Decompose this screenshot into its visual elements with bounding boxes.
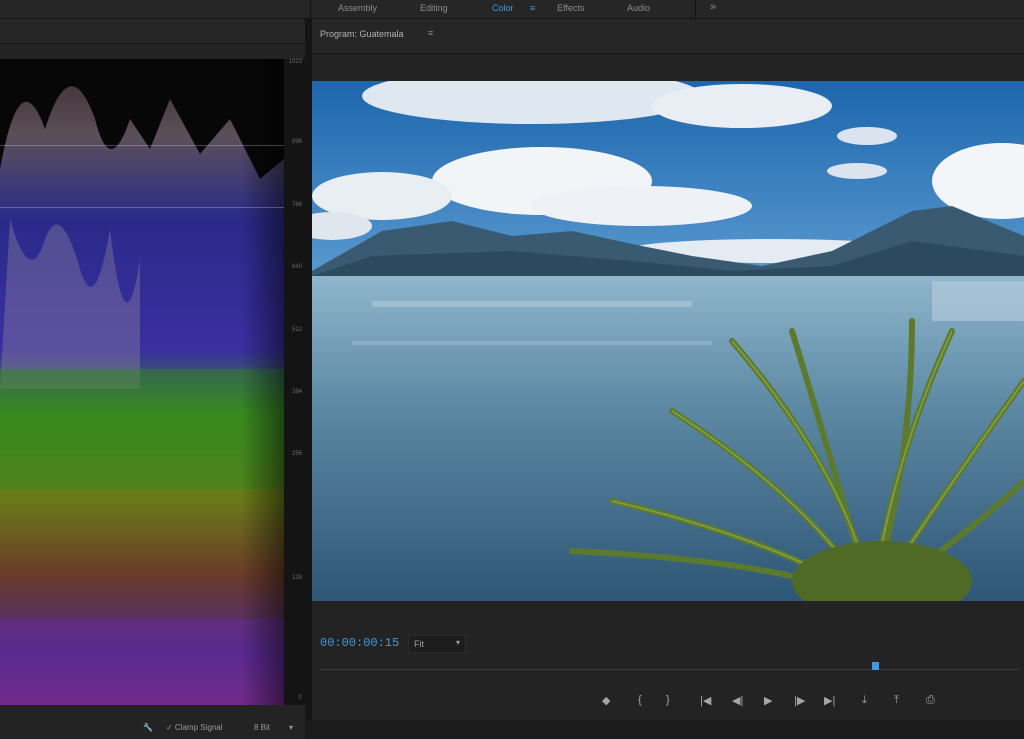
chevron-down-icon: ▾ [455,638,460,647]
playhead-timecode[interactable]: 00:00:00:15 [320,636,399,650]
go-to-out-button[interactable]: ▶| [824,694,835,707]
add-marker-button[interactable]: ◆ [602,694,610,707]
gridline [0,207,284,208]
zoom-level-select[interactable]: Fit ▾ [408,635,466,653]
tab-editing[interactable]: Editing [420,3,448,13]
axis-tick-label: 256 [291,451,302,457]
program-monitor: Program: Guatemala ≡ 00:00:00:15 Fit ▾ ◆… [312,19,1024,720]
axis-tick-label: 0 [298,695,302,701]
tab-color-menu-icon[interactable]: ≡ [530,3,535,13]
axis-tick-label: 384 [291,389,302,395]
tab-assembly[interactable]: Assembly [338,3,377,13]
tab-audio[interactable]: Audio [627,3,650,13]
step-forward-button[interactable]: |▶ [794,694,805,707]
scope-axis: 1023 896 768 640 512 384 256 128 0 [284,59,305,705]
scopes-panel-header [0,19,305,44]
workspace-separator [310,0,311,18]
workspace-separator [695,0,696,18]
panel-divider[interactable] [305,19,312,720]
play-button[interactable]: ▶ [764,694,772,707]
clamp-signal-checkbox[interactable]: ✓ Clamp Signal [166,723,223,732]
axis-tick-label: 512 [291,327,302,333]
scope-footer: 🔧 ✓ Clamp Signal 8 Bit ▾ [0,709,305,739]
gridline [0,145,284,146]
video-frame [312,81,1024,601]
lift-button[interactable]: ⤓ [862,694,867,707]
waveform-graphic [0,59,284,705]
axis-tick-label: 768 [291,202,302,208]
waveform-scope [0,59,284,705]
panel-menu-icon[interactable]: ≡ [428,28,433,38]
scope-menu-icon[interactable]: ▾ [289,723,293,732]
axis-tick-label: 896 [291,139,302,145]
step-back-button[interactable]: ◀| [732,694,743,707]
zoom-level-value: Fit [414,639,424,649]
extract-button[interactable]: ⤒ [894,694,899,707]
program-monitor-title[interactable]: Program: Guatemala [320,29,404,39]
time-ruler[interactable] [320,669,1020,670]
axis-tick-label: 640 [291,264,302,270]
mark-out-button[interactable]: } [666,694,670,706]
go-to-in-button[interactable]: |◀ [700,694,711,707]
more-workspaces-icon[interactable]: » [710,1,716,13]
wrench-icon[interactable]: 🔧 [143,723,153,732]
workspace-bar: Assembly Editing Color ≡ Effects Audio » [0,0,1024,19]
axis-tick-label: 128 [291,575,302,581]
lumetri-scopes-panel: 1023 896 768 640 512 384 256 128 0 🔧 ✓ C… [0,19,305,739]
mark-in-button[interactable]: { [638,694,642,706]
tab-effects[interactable]: Effects [557,3,584,13]
export-frame-button[interactable]: ⎙ [926,694,935,707]
playhead-marker[interactable] [872,662,879,670]
tab-color[interactable]: Color [492,3,514,13]
lake-scene-image [312,81,1024,601]
axis-tick-label: 1023 [288,59,302,65]
program-monitor-header: Program: Guatemala ≡ [312,19,1024,54]
bit-depth-select[interactable]: 8 Bit [254,723,270,732]
